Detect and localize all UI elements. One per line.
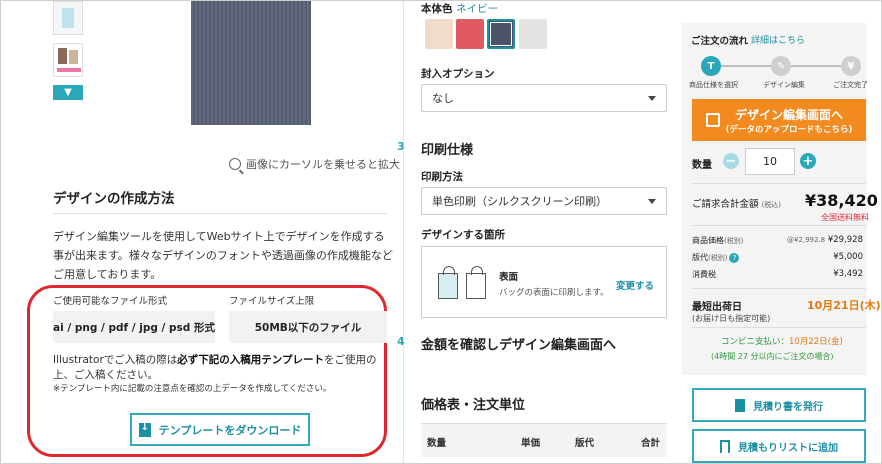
row-label-plate-fee: 版代(税別)?	[692, 252, 740, 263]
download-icon	[138, 422, 151, 437]
place-subtitle: バッグの表面に印刷します。	[499, 288, 609, 298]
divider	[692, 288, 866, 289]
design-place-label: デザインする箇所	[421, 229, 505, 241]
zoom-hint: 画像にカーソルを乗せると拡大	[229, 156, 400, 172]
ship-date-label: 最短出荷日	[692, 302, 742, 313]
swatch-red[interactable]	[456, 19, 484, 49]
step-title-confirm: 金額を確認しデザイン編集画面へ	[421, 338, 617, 353]
bag-front-icon	[438, 266, 458, 299]
row-value-product-price: @¥2,992.8 ¥29,928	[786, 235, 863, 245]
bag-back-icon	[466, 266, 486, 299]
caret-down-icon	[648, 199, 656, 204]
th-total: 合計	[641, 438, 661, 449]
place-title: 表面	[499, 272, 519, 283]
convenience-note: (4時間 27 分以内にご注文の場合)	[711, 352, 834, 361]
print-method-label: 印刷方法	[421, 171, 463, 183]
swatch-navy[interactable]	[487, 19, 515, 49]
enclosure-value: なし	[432, 92, 454, 105]
divider	[692, 327, 866, 328]
design-editor-button[interactable]: デザイン編集画面へ (データのアップロードもこちら)	[692, 99, 866, 141]
total-value: ¥38,420	[805, 191, 878, 210]
page: ▼ 画像にカーソルを乗せると拡大 デザインの作成方法 デザイン編集ツールを使用し…	[0, 0, 882, 464]
bookmark-icon	[720, 439, 730, 453]
divider	[53, 213, 387, 214]
add-to-quote-list-label: 見積もりリストに追加	[738, 442, 838, 454]
row-value-tax: ¥3,492	[833, 269, 863, 279]
zoom-hint-text: 画像にカーソルを乗せると拡大	[246, 158, 400, 171]
row-label-product-price: 商品価格(税別)	[692, 236, 744, 245]
flow-line	[721, 65, 771, 67]
flow-step-1: 商品仕様を選択	[689, 81, 738, 89]
row-label-tax: 消費税	[692, 270, 716, 279]
file-format-value: ai / png / pdf / jpg / psd 形式	[53, 311, 215, 343]
cta-main-label: デザイン編集画面へ	[734, 107, 843, 122]
divider	[692, 225, 866, 226]
row-value-plate-fee: ¥5,000	[833, 252, 863, 262]
tshirt-icon: T	[701, 56, 721, 76]
pencil-icon: ✎	[771, 56, 791, 76]
file-size-label: ファイルサイズ上限	[229, 296, 315, 307]
ship-date-value: 10月21日(木)	[807, 299, 881, 312]
thumbnail-1[interactable]	[53, 1, 83, 35]
plus-icon[interactable]: +	[800, 153, 816, 169]
flow-step-2: デザイン編集	[763, 81, 805, 89]
zoom-icon	[229, 158, 241, 170]
flow-step-3: ご注文完了	[833, 81, 868, 89]
file-format-label: ご使用可能なファイル形式	[53, 296, 168, 307]
edit-icon	[705, 113, 720, 127]
template-note-small: ※テンプレート内に記載の注意点を確認の上データを作成してください。	[53, 384, 332, 394]
flow-details-link[interactable]: 詳細はこちら	[751, 33, 805, 46]
change-place-link[interactable]: 変更する	[616, 278, 654, 292]
price-table-title: 価格表・注文単位	[421, 398, 526, 413]
issue-quote-label: 見積り書を発行	[753, 401, 823, 413]
enclosure-label: 封入オプション	[421, 68, 495, 80]
quantity-label: 数量	[692, 160, 712, 171]
file-size-value: 50MB以下のファイル	[229, 311, 387, 343]
swatch-light-gray[interactable]	[519, 19, 547, 49]
free-shipping-badge: 全国送料無料	[821, 213, 869, 222]
document-icon	[735, 398, 745, 412]
step-rail	[403, 1, 404, 463]
convenience-payment: コンビニ支払い：10月22日(金)	[721, 337, 843, 347]
help-icon[interactable]: ?	[729, 252, 740, 263]
section-description: デザイン編集ツールを使用してWebサイト上でデザインを作成する事が出来ます。様々…	[53, 230, 393, 281]
thumbnail-2[interactable]	[53, 43, 83, 77]
step-number-3: 3	[397, 140, 405, 153]
print-method-select[interactable]: 単色印刷（シルクスクリーン印刷）	[421, 187, 667, 215]
yen-icon: ¥	[841, 56, 861, 76]
product-image[interactable]	[191, 1, 311, 125]
total-label: ご請求合計金額 (税込)	[692, 199, 782, 210]
cta-sub-label: (データのアップロードもこちら)	[725, 124, 853, 135]
th-unit-price: 単価	[521, 438, 541, 449]
price-table-header: 数量 単価 版代 合計	[421, 423, 667, 457]
chevron-down-icon[interactable]: ▼	[53, 85, 83, 100]
template-note: Illustratorでご入稿の際は必ず下記の入稿用テンプレートをご使用の上、ご…	[53, 354, 377, 381]
swatch-natural[interactable]	[425, 19, 453, 49]
add-to-quote-list-button[interactable]: 見積もりリストに追加	[692, 429, 866, 463]
print-method-value: 単色印刷（シルクスクリーン印刷）	[432, 195, 608, 208]
caret-down-icon	[648, 96, 656, 101]
body-color-label: 本体色 ネイビー	[421, 3, 499, 15]
download-template-label: テンプレートをダウンロード	[158, 423, 302, 437]
section-title: デザインの作成方法	[53, 191, 175, 207]
minus-icon[interactable]: −	[723, 153, 739, 169]
step-title-print: 印刷仕様	[421, 143, 474, 158]
issue-quote-button[interactable]: 見積り書を発行	[692, 388, 866, 422]
quantity-input[interactable]: 10	[745, 148, 795, 175]
th-quantity: 数量	[427, 438, 447, 449]
th-plate-fee: 版代	[575, 438, 595, 449]
flow-line	[791, 65, 841, 67]
divider	[692, 183, 866, 184]
step-number-4: 4	[397, 335, 405, 348]
thumbnail-strip: ▼	[53, 1, 85, 100]
order-flow-title: ご注文の流れ	[691, 36, 749, 47]
download-template-button[interactable]: テンプレートをダウンロード	[130, 413, 310, 446]
enclosure-select[interactable]: なし	[421, 84, 667, 112]
ship-date-sub: (お届け日も指定可能)	[692, 314, 771, 323]
